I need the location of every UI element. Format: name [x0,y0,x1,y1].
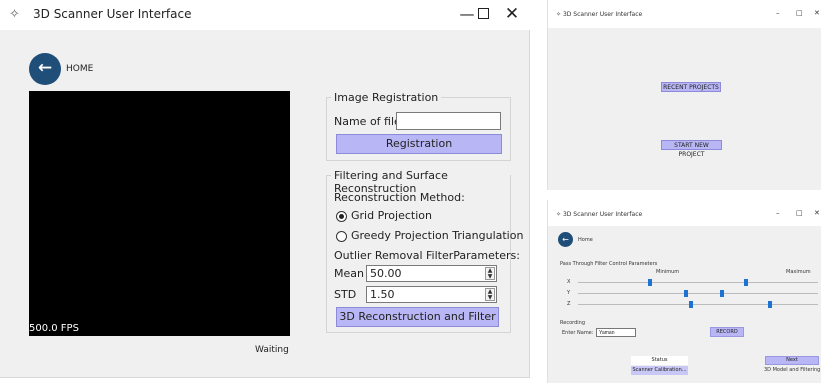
maximize-icon[interactable]: □ [796,9,803,17]
title-bar: ✧ 3D Scanner User Interface — ✕ [0,0,530,30]
reconstruction-filter-button[interactable]: 3D Reconstruction and Filter [336,307,499,327]
std-label: STD [334,288,357,301]
mean-label: Mean [334,267,364,280]
slider-y-max-thumb[interactable] [720,290,724,297]
slider-x-min-thumb[interactable] [648,279,652,286]
image-registration-title: Image Registration [331,91,442,104]
back-arrow-icon[interactable]: ← [558,232,573,247]
status-value: Scanner Calibration... [631,366,688,375]
slider-z-min-thumb[interactable] [688,301,693,308]
name-of-file-label: Name of file [334,115,401,128]
window-title: 3D Scanner User Interface [33,7,192,21]
back-arrow-icon[interactable]: ← [29,53,61,85]
axis-y-label: Y [567,290,571,296]
slider-y-min-thumb[interactable] [684,290,688,297]
name-input[interactable] [596,328,636,337]
spin-arrows-icon[interactable]: ▲ ▼ [485,288,495,301]
calib-title-bar: ✧ 3D Scanner User Interface – □ ✕ [548,200,821,226]
main-window: ✧ 3D Scanner User Interface — ✕ ← HOME 5… [0,0,530,378]
slider-track-y [578,293,818,294]
next-button[interactable]: Next [765,356,819,365]
radio-grid-projection[interactable] [336,211,347,222]
axis-z-label: Z [567,301,571,307]
home-label: HOME [66,64,94,74]
radio-greedy-projection[interactable] [336,231,347,242]
recent-projects-button[interactable]: RECENT PROJECTS [661,82,721,92]
std-value: 1.50 [370,288,395,301]
record-button[interactable]: RECORD [710,327,744,337]
close-icon[interactable]: ✕ [814,209,820,217]
reconstruction-method-label: Reconstruction Method: [334,191,465,204]
filter-section-label: Pass Through Filter Control Parameters [560,261,658,267]
minimize-icon[interactable]: – [776,9,780,17]
outlier-label: Outlier Removal FilterParameters: [334,249,520,262]
status-label: Status [631,356,688,365]
close-icon[interactable]: ✕ [814,9,820,17]
greedy-projection-label: Greedy Projection Triangulation [351,229,524,242]
registration-button[interactable]: Registration [336,134,502,154]
slider-z-max-thumb[interactable] [768,301,772,308]
maximize-icon[interactable] [468,3,498,25]
camera-preview [29,91,290,336]
slider-x-max-thumb[interactable] [744,279,748,286]
home-label: Home [578,237,593,243]
file-name-input[interactable] [396,112,501,130]
spin-arrows-icon[interactable]: ▲ ▼ [485,267,495,280]
std-spinbox[interactable]: 1.50 ▲ ▼ [366,286,497,303]
calibration-window: ✧ 3D Scanner User Interface – □ ✕ ← Home… [547,200,821,383]
start-new-project-button[interactable]: START NEW PROJECT [661,140,722,158]
calib-window-title: ✧ 3D Scanner User Interface [556,211,643,218]
start-window: ✧ 3D Scanner User Interface – □ ✕ RECENT… [547,0,821,190]
maximize-icon[interactable]: □ [796,209,803,217]
enter-name-label: Enter Name: [562,330,594,336]
mean-value: 50.00 [370,267,402,280]
grid-projection-label: Grid Projection [351,209,432,222]
slider-track-x [578,282,818,283]
minimum-label: Minimum [656,269,680,275]
maximum-label: Maximum [786,269,811,275]
next-subtext: 3D Model and Filtering [764,367,821,373]
axis-x-label: X [567,279,571,285]
recording-label: Recording [560,320,586,326]
mean-spinbox[interactable]: 50.00 ▲ ▼ [366,265,497,282]
status-text: Waiting [255,345,289,355]
slider-track-z [578,304,818,305]
start-window-title: ✧ 3D Scanner User Interface [556,11,643,18]
minimize-icon[interactable]: – [776,209,780,217]
close-icon[interactable]: ✕ [497,3,527,25]
app-icon: ✧ [9,7,20,22]
fps-readout: 500.0 FPS [29,323,79,334]
start-title-bar: ✧ 3D Scanner User Interface – □ ✕ [548,0,821,28]
